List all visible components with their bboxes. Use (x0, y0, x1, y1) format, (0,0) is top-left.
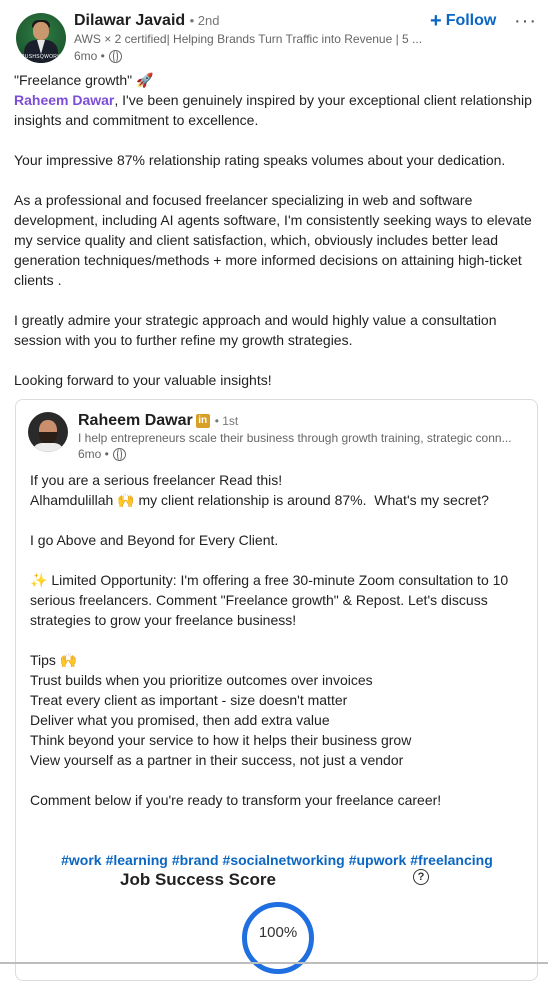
shared-paragraph-5: Comment below if you're ready to transfo… (30, 792, 442, 808)
shared-author-degree: • 1st (214, 414, 239, 428)
post-meta: 6mo • (74, 49, 122, 63)
hashtag-list: #work #learning #brand #socialnetworking #up… (30, 830, 525, 890)
mention-link[interactable]: Raheem Dawar (14, 92, 114, 108)
follow-label: Follow (445, 12, 497, 29)
author-avatar[interactable]: PUSHSQWORK (16, 13, 66, 63)
post-paragraph-1: Raheem Dawar, I've been genuinely inspir… (14, 90, 534, 130)
shared-paragraph-4: Tips 🙌 Trust builds when you prioritize … (30, 652, 412, 768)
plus-icon: + (430, 10, 442, 32)
hashtag-link[interactable]: #learning (106, 852, 168, 868)
author-name-line: Dilawar Javaid • 2nd (74, 12, 219, 30)
job-success-title: Job Success Score (120, 870, 276, 889)
avatar-caption: PUSHSQWORK (21, 54, 61, 60)
shared-post-time: 6mo • (78, 447, 109, 461)
hashtag-link[interactable]: #brand (172, 852, 219, 868)
shared-post-text: If you are a serious freelancer Read thi… (30, 470, 525, 890)
help-icon: ? (413, 869, 429, 885)
post-paragraph-4: I greatly admire your strategic approach… (14, 312, 501, 348)
shared-author-name[interactable]: Raheem Dawar (78, 412, 193, 430)
post-paragraph-2: Your impressive 87% relationship rating … (14, 152, 506, 168)
shared-post-card[interactable]: Raheem Dawar in • 1st I help entrepreneu… (15, 399, 538, 981)
hashtag-link[interactable]: #upwork (349, 852, 407, 868)
score-value: 100% (258, 924, 298, 941)
post-paragraph-3: As a professional and focused freelancer… (14, 192, 536, 288)
globe-icon (108, 49, 122, 63)
post-time: 6mo • (74, 49, 105, 63)
shared-paragraph-2: I go Above and Beyond for Every Client. (30, 532, 279, 548)
post-line-1: "Freelance growth" 🚀 (14, 72, 154, 88)
shared-post-meta: 6mo • (78, 447, 126, 461)
author-name[interactable]: Dilawar Javaid (74, 12, 185, 29)
shared-paragraph-3: ✨ Limited Opportunity: I'm offering a fr… (30, 572, 513, 628)
author-tagline[interactable]: AWS × 2 certified| Helping Brands Turn T… (74, 32, 424, 46)
hashtag-link[interactable]: #freelancing (410, 852, 492, 868)
shared-paragraph-1: If you are a serious freelancer Read thi… (30, 472, 489, 508)
shared-author-avatar[interactable] (28, 412, 68, 452)
more-icon[interactable]: ··· (514, 10, 537, 33)
globe-icon (112, 447, 126, 461)
shared-author-name-line: Raheem Dawar in • 1st (78, 412, 238, 430)
post-paragraph-5: Looking forward to your valuable insight… (14, 372, 272, 388)
follow-button[interactable]: + Follow (430, 10, 496, 32)
feed-post: PUSHSQWORK Dilawar Javaid • 2nd AWS × 2 … (0, 0, 548, 981)
shared-author-tagline[interactable]: I help entrepreneurs scale their busines… (78, 431, 518, 445)
post-header: PUSHSQWORK Dilawar Javaid • 2nd AWS × 2 … (14, 10, 537, 66)
linkedin-badge-icon: in (195, 414, 210, 428)
hashtag-link[interactable]: #work (61, 852, 101, 868)
post-text: "Freelance growth" 🚀 Raheem Dawar, I've … (14, 70, 534, 390)
author-degree: • 2nd (189, 13, 220, 28)
hashtag-link[interactable]: #socialnetworking (223, 852, 345, 868)
